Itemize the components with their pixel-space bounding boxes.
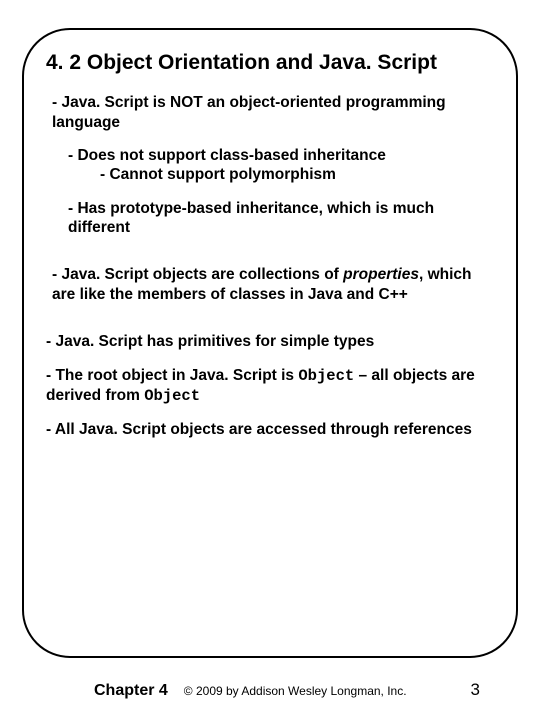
code-object-2: Object (144, 387, 200, 405)
text: - The root object in Java. Script is (46, 367, 298, 384)
bullet-prototype-inheritance: - Has prototype-based inheritance, which… (68, 199, 494, 238)
bullet-root-object: - The root object in Java. Script is Obj… (46, 366, 494, 407)
italic-properties: properties (343, 266, 419, 283)
bullet-no-polymorphism: - Cannot support polymorphism (100, 165, 494, 184)
slide-footer: Chapter 4 © 2009 by Addison Wesley Longm… (0, 680, 540, 700)
bullet-not-oop: - Java. Script is NOT an object-oriented… (52, 93, 494, 132)
slide-body: - Java. Script is NOT an object-oriented… (46, 93, 494, 440)
copyright-text: © 2009 by Addison Wesley Longman, Inc. (184, 684, 455, 698)
bullet-properties: - Java. Script objects are collections o… (52, 265, 494, 304)
page-number: 3 (471, 680, 480, 700)
bullet-references: - All Java. Script objects are accessed … (46, 420, 494, 439)
chapter-label: Chapter 4 (94, 682, 168, 700)
slide-frame: 4. 2 Object Orientation and Java. Script… (22, 28, 518, 658)
bullet-primitives: - Java. Script has primitives for simple… (46, 332, 494, 351)
slide-title: 4. 2 Object Orientation and Java. Script (46, 50, 494, 75)
code-object-1: Object (298, 367, 354, 385)
text: - Java. Script objects are collections o… (52, 266, 343, 283)
text: - Does not support class-based inheritan… (68, 147, 386, 164)
bullet-no-class-inheritance: - Does not support class-based inheritan… (68, 146, 494, 185)
